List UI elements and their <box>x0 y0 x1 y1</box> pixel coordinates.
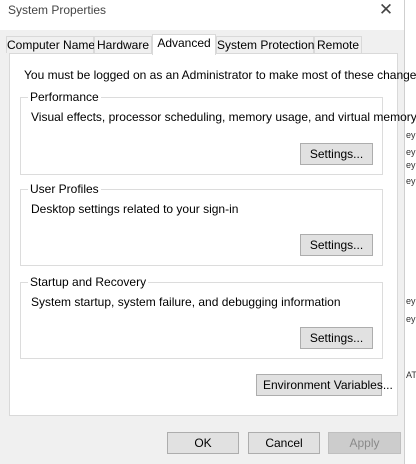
cancel-button[interactable]: Cancel <box>248 432 320 454</box>
ok-button[interactable]: OK <box>167 432 239 454</box>
startup-recovery-title: Startup and Recovery <box>28 275 149 289</box>
background-window-text: AT <box>406 370 416 380</box>
user-profiles-description: Desktop settings related to your sign-in <box>31 202 239 216</box>
performance-group: Performance Visual effects, processor sc… <box>20 90 416 175</box>
startup-recovery-group: Startup and Recovery System startup, sys… <box>20 275 383 359</box>
performance-description: Visual effects, processor scheduling, me… <box>31 110 416 124</box>
tab-remote[interactable]: Remote <box>314 36 362 53</box>
background-window-text: ey <box>406 130 416 140</box>
background-window-text: ey <box>406 314 416 324</box>
close-icon[interactable]: ✕ <box>376 0 396 22</box>
tab-advanced[interactable]: Advanced <box>152 34 216 55</box>
performance-title: Performance <box>28 90 101 104</box>
window-title: System Properties <box>8 3 107 17</box>
user-profiles-group: User Profiles Desktop settings related t… <box>20 182 383 266</box>
user-profiles-settings-button[interactable]: Settings... <box>300 234 373 256</box>
background-window-text: ey <box>406 147 416 157</box>
performance-settings-button[interactable]: Settings... <box>300 143 373 165</box>
title-bar[interactable]: System Properties ✕ <box>0 0 404 30</box>
tab-bar: Computer Name Hardware Advanced System P… <box>6 34 398 55</box>
administrator-note: You must be logged on as an Administrato… <box>24 68 416 82</box>
startup-recovery-settings-button[interactable]: Settings... <box>300 327 373 349</box>
tab-computer-name[interactable]: Computer Name <box>6 36 95 53</box>
user-profiles-title: User Profiles <box>28 182 101 196</box>
environment-variables-button[interactable]: Environment Variables... <box>256 374 393 396</box>
startup-recovery-description: System startup, system failure, and debu… <box>31 295 341 309</box>
background-window-text: ey <box>406 296 416 306</box>
background-window-text: ey <box>406 176 416 186</box>
tab-system-protection[interactable]: System Protection <box>216 36 314 53</box>
background-window-text: ey <box>406 160 416 170</box>
system-properties-dialog: System Properties ✕ Computer Name Hardwa… <box>0 0 416 464</box>
tab-hardware[interactable]: Hardware <box>94 36 152 53</box>
advanced-tab-panel: You must be logged on as an Administrato… <box>9 53 416 416</box>
apply-button[interactable]: Apply <box>328 432 401 454</box>
